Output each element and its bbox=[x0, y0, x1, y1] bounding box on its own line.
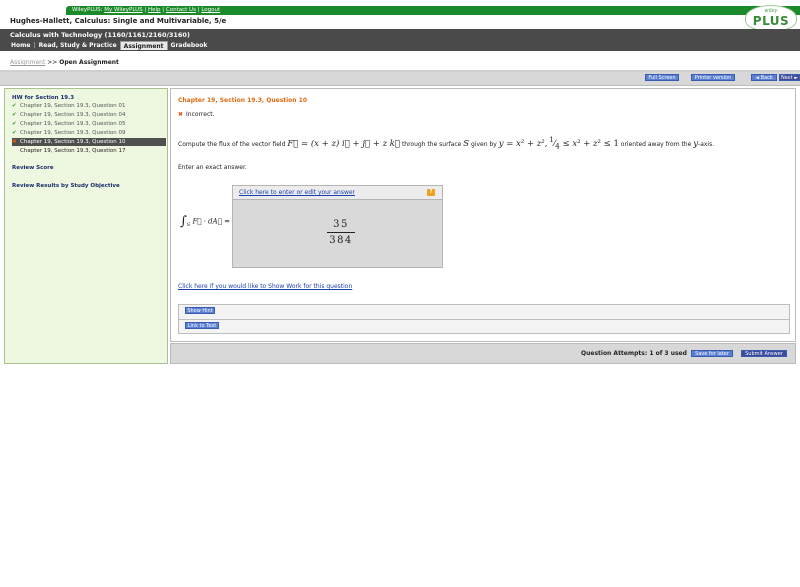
problem-text: through the surface bbox=[401, 140, 462, 148]
check-icon: ✔ bbox=[12, 112, 17, 118]
show-work-link[interactable]: Click here if you would like to Show Wor… bbox=[178, 283, 352, 290]
hint-section bbox=[178, 304, 790, 334]
sidebar-title: HW for Section 19.3 bbox=[12, 95, 75, 101]
instruction-text: Enter an exact answer. bbox=[178, 164, 247, 171]
breadcrumb: Assignment >> Open Assignment bbox=[10, 59, 119, 66]
nav-assignment[interactable]: Assignment bbox=[119, 41, 168, 50]
answer-status: ✖ Incorrect. bbox=[178, 111, 215, 118]
answer-box[interactable]: Click here to enter or edit your answer … bbox=[232, 185, 443, 268]
answer-status-text: Incorrect. bbox=[186, 111, 215, 118]
help-icon[interactable]: ? bbox=[427, 189, 435, 196]
main-nav: Home | Read, Study & Practice Assignment… bbox=[8, 41, 210, 50]
sidebar-question-04[interactable]: ✔ Chapter 19, Section 19.3, Question 04 bbox=[12, 111, 170, 119]
bounds-formula: 1⁄4 ≤ x² + z² ≤ 1 bbox=[549, 135, 619, 151]
problem-statement: Compute the flux of the vector field F⃗ … bbox=[178, 132, 714, 155]
nav-gradebook[interactable]: Gradebook bbox=[168, 41, 211, 50]
problem-text: given by bbox=[471, 140, 497, 148]
check-icon: ✔ bbox=[12, 103, 17, 109]
answer-numerator: 35 bbox=[333, 219, 349, 230]
x-icon: ✖ bbox=[178, 111, 184, 118]
answer-denominator: 384 bbox=[329, 235, 353, 246]
sidebar-question-09[interactable]: ✔ Chapter 19, Section 19.3, Question 09 bbox=[12, 129, 170, 137]
question-title: Chapter 19, Section 19.3, Question 10 bbox=[178, 97, 308, 104]
sidebar-question-label: Chapter 19, Section 19.3, Question 17 bbox=[20, 148, 126, 154]
next-button[interactable]: Next ► bbox=[779, 74, 800, 81]
course-name: Calculus with Technology (1160/1161/2160… bbox=[10, 31, 190, 39]
assignment-sidebar: HW for Section 19.3 ✔ Chapter 19, Section… bbox=[4, 88, 168, 364]
answer-box-header: Click here to enter or edit your answer … bbox=[233, 186, 442, 200]
nav-read-study-practice[interactable]: Read, Study & Practice bbox=[36, 41, 120, 50]
sidebar-question-01[interactable]: ✔ Chapter 19, Section 19.3, Question 01 bbox=[12, 102, 170, 110]
problem-text: oriented away from the bbox=[620, 140, 692, 148]
question-attempts: Question Attempts: 1 of 3 used bbox=[581, 350, 687, 357]
problem-text: -axis. bbox=[698, 140, 715, 148]
action-bar bbox=[0, 72, 800, 86]
help-link[interactable]: Help bbox=[148, 7, 161, 13]
sidebar-question-label: Chapter 19, Section 19.3, Question 04 bbox=[20, 112, 126, 118]
surface-formula: y = x² + z², bbox=[498, 138, 548, 149]
x-icon: ✖ bbox=[12, 139, 17, 145]
edit-answer-link[interactable]: Click here to enter or edit your answer bbox=[239, 189, 355, 196]
answer-fraction: 35 384 bbox=[327, 219, 355, 246]
my-wileyplus-link[interactable]: My WileyPLUS bbox=[104, 7, 142, 13]
flux-integral-label: ∫S F⃗ · dA⃗ = bbox=[180, 214, 231, 229]
book-title: Hughes-Hallett, Calculus: Single and Mul… bbox=[10, 17, 227, 25]
logo-plus-text: PLUS bbox=[752, 14, 790, 28]
show-hint-button[interactable]: Show Hint bbox=[185, 307, 215, 314]
breadcrumb-separator: >> bbox=[47, 59, 58, 66]
review-results-link[interactable]: Review Results by Study Objective bbox=[12, 183, 120, 189]
wileyplus-logo: wiley PLUS bbox=[745, 5, 797, 31]
sidebar-question-05[interactable]: ✔ Chapter 19, Section 19.3, Question 05 bbox=[12, 120, 170, 128]
problem-text: Compute the flux of the vector field bbox=[178, 140, 286, 148]
breadcrumb-assignment-link[interactable]: Assignment bbox=[10, 59, 45, 66]
wileyplus-link-bar: WileyPLUS: My WileyPLUS | Help | Contact… bbox=[66, 6, 800, 15]
breadcrumb-current: Open Assignment bbox=[59, 59, 119, 66]
brand-label: WileyPLUS: bbox=[72, 7, 103, 13]
fraction-bar bbox=[327, 232, 355, 233]
sidebar-question-label: Chapter 19, Section 19.3, Question 01 bbox=[20, 103, 126, 109]
review-score-link[interactable]: Review Score bbox=[12, 165, 54, 171]
separator: | bbox=[197, 7, 200, 13]
back-button[interactable]: ◄ Back bbox=[751, 74, 777, 81]
separator: | bbox=[162, 7, 165, 13]
submit-answer-button[interactable]: Submit Answer bbox=[741, 350, 787, 357]
sidebar-question-label: Chapter 19, Section 19.3, Question 09 bbox=[20, 130, 126, 136]
link-to-text-button[interactable]: Link to Text bbox=[185, 322, 219, 329]
contact-us-link[interactable]: Contact Us bbox=[166, 7, 196, 13]
save-for-later-button[interactable]: Save for later bbox=[691, 350, 733, 357]
printer-version-button[interactable]: Printer version bbox=[691, 74, 735, 81]
sidebar-question-label: Chapter 19, Section 19.3, Question 10 bbox=[20, 139, 126, 145]
sidebar-question-10[interactable]: ✖ Chapter 19, Section 19.3, Question 10 bbox=[12, 138, 166, 146]
check-icon: ✔ bbox=[12, 121, 17, 127]
separator: | bbox=[144, 7, 147, 13]
check-icon: ✔ bbox=[12, 130, 17, 136]
sidebar-question-17[interactable]: Chapter 19, Section 19.3, Question 17 bbox=[12, 147, 170, 155]
full-screen-button[interactable]: Full Screen bbox=[645, 74, 679, 81]
surface-symbol: S bbox=[463, 138, 470, 149]
breadcrumb-bar bbox=[0, 51, 800, 72]
logout-link[interactable]: Logout bbox=[201, 7, 220, 13]
nav-home[interactable]: Home bbox=[8, 41, 33, 50]
divider bbox=[179, 319, 789, 320]
sidebar-question-label: Chapter 19, Section 19.3, Question 05 bbox=[20, 121, 126, 127]
vector-field-formula: F⃗ = (x + z) i⃗ + j⃗ + z k⃗ bbox=[287, 138, 401, 149]
